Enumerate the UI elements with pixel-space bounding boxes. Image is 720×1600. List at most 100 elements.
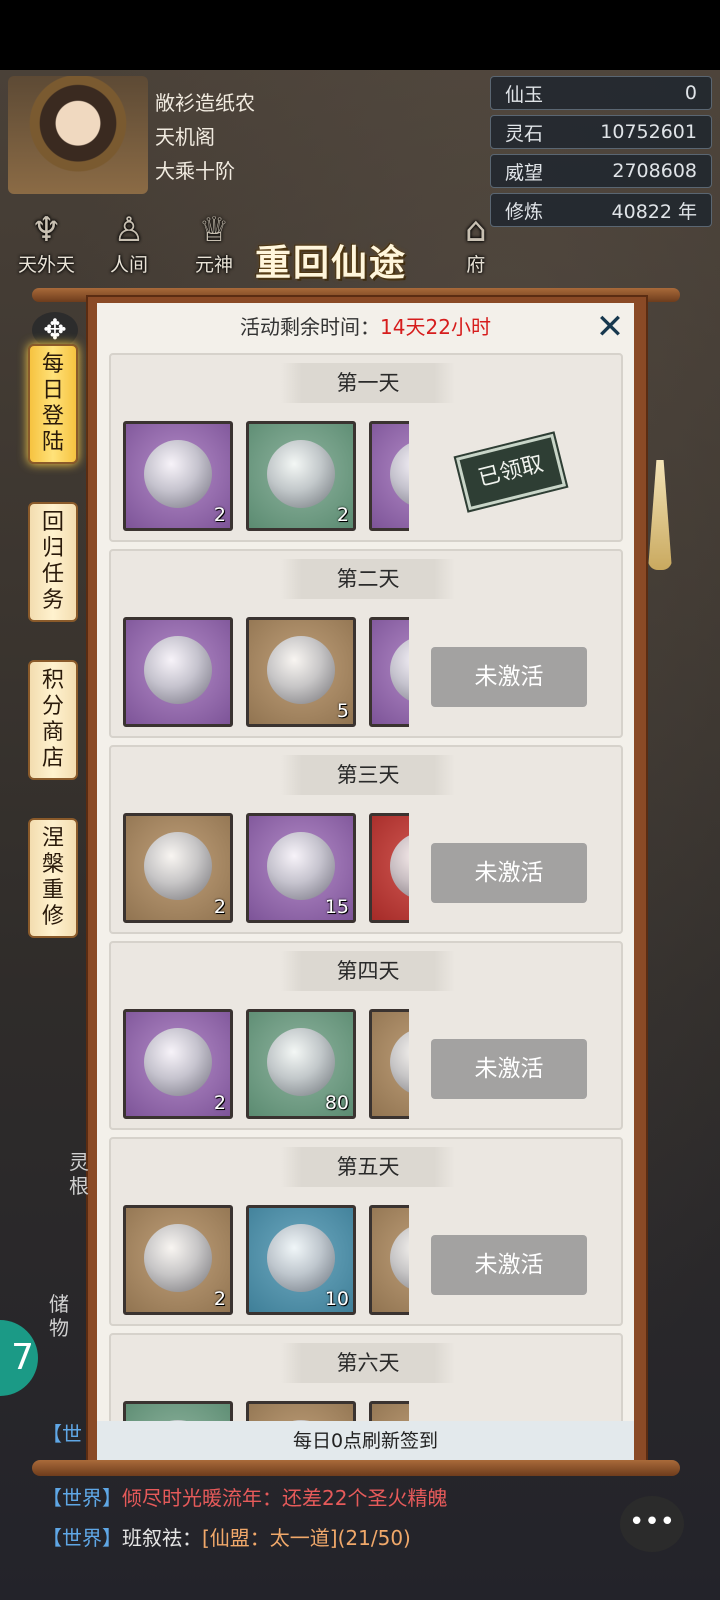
inactive-button[interactable]: 未激活: [431, 843, 587, 903]
inactive-button[interactable]: 未激活: [431, 1039, 587, 1099]
reward-item[interactable]: [369, 421, 409, 531]
chat-bubble-icon[interactable]: •••: [620, 1496, 684, 1552]
claimed-stamp: 已领取: [453, 430, 569, 514]
deity-icon: ♕: [198, 210, 230, 250]
day-title: 第二天: [336, 567, 400, 591]
reward-item[interactable]: 15: [246, 813, 356, 923]
nav-tianwaitian[interactable]: ♆ 天外天: [18, 210, 75, 277]
reward-item[interactable]: [369, 1401, 409, 1421]
nav-yuanshen[interactable]: ♕ 元神: [195, 210, 233, 277]
fire-orb-icon: [267, 1224, 335, 1292]
day-card: 第五天 2 10 未激活: [109, 1137, 623, 1326]
close-icon[interactable]: ✕: [592, 309, 628, 345]
item-count: 2: [213, 504, 226, 526]
day-title-banner: 第一天: [281, 363, 455, 403]
tab-rebirth[interactable]: 涅槃重修: [28, 818, 78, 938]
tab-return-tasks[interactable]: 回归任务: [28, 502, 78, 622]
side-label-spirit[interactable]: 灵根: [64, 1150, 94, 1198]
day-title-banner: 第三天: [281, 755, 455, 795]
player-sect: 天机阁: [155, 125, 215, 149]
nav-label: 府: [466, 254, 486, 276]
tab-label: 积分商店: [41, 668, 64, 771]
reward-items[interactable]: 2 15: [123, 813, 409, 925]
reward-item[interactable]: [123, 1401, 233, 1421]
chat-panel[interactable]: 【世 【世界】倾尽时光暖流年：还差22个圣火精魄 【世界】班叙祛：[仙盟：太一道…: [42, 1422, 448, 1558]
reward-item[interactable]: 80: [246, 1009, 356, 1119]
pills-icon: [267, 1028, 335, 1096]
tab-points-shop[interactable]: 积分商店: [28, 660, 78, 780]
stat-label: 仙玉: [505, 83, 544, 106]
day-title: 第五天: [336, 1155, 400, 1179]
reward-items[interactable]: 22: [123, 421, 409, 533]
hourglass-icon: [144, 440, 212, 508]
day-title: 第三天: [336, 763, 400, 787]
player-info: 敞衫造纸农 天机阁 大乘十阶: [155, 86, 255, 188]
nav-fu[interactable]: ⌂ 府: [465, 210, 487, 277]
reward-item[interactable]: [369, 1009, 409, 1119]
reward-item[interactable]: [369, 1205, 409, 1315]
inactive-button[interactable]: 未激活: [431, 1235, 587, 1295]
reward-item[interactable]: [123, 617, 233, 727]
chest-icon: [390, 1224, 409, 1292]
stat-value: 0: [684, 82, 697, 104]
item-count: 5: [336, 700, 349, 722]
player-avatar[interactable]: [8, 76, 148, 194]
talisman-icon: [390, 832, 409, 900]
person-icon: ♙: [113, 210, 145, 250]
butterfly-icon: [144, 636, 212, 704]
day-title-banner: 第二天: [281, 559, 455, 599]
reward-items[interactable]: 5: [123, 617, 409, 729]
reward-item[interactable]: 2: [123, 1009, 233, 1119]
reward-item[interactable]: 5: [246, 617, 356, 727]
inactive-button[interactable]: 未激活: [431, 647, 587, 707]
reward-items[interactable]: 2 80: [123, 1009, 409, 1121]
day-card: 第四天 2 80 未激活: [109, 941, 623, 1130]
emblem-orb-icon: [144, 1028, 212, 1096]
refresh-note: 每日0点刷新签到: [97, 1421, 634, 1461]
item-count: 10: [324, 1288, 349, 1310]
event-title: 重回仙途: [255, 242, 408, 284]
nav-renjian[interactable]: ♙ 人间: [110, 210, 148, 277]
player-name: 敞衫造纸农: [155, 91, 255, 115]
daily-login-dialog: 活动剩余时间：14天22小时 ✕ 第一天 2 2 已领取 第二天 5 未激活 第三天 2 15 未激…: [97, 303, 634, 1461]
tab-label: 回归任务: [41, 510, 64, 613]
day-list[interactable]: 第一天 2 2 已领取 第二天 5 未激活 第三天 2 15 未激活 第四天 2 80 未激活 第五天 2 10 未…: [109, 353, 623, 1421]
scroll-icon: [267, 832, 335, 900]
timer-value: 14天22小时: [380, 315, 491, 339]
crown-icon: [144, 1224, 212, 1292]
item-count: 2: [213, 1288, 226, 1310]
side-label-storage[interactable]: 储物: [44, 1292, 74, 1340]
stat-lingshi: 灵石 10752601: [490, 115, 712, 149]
reward-item[interactable]: [369, 617, 409, 727]
tab-label: 每日登陆: [41, 352, 64, 455]
chat-line: 【世界】倾尽时光暖流年：还差22个圣火精魄: [42, 1486, 448, 1510]
timer-label: 活动剩余时间：: [240, 315, 381, 339]
reward-items[interactable]: [123, 1401, 409, 1421]
reward-item[interactable]: 10: [246, 1205, 356, 1315]
reward-item[interactable]: [369, 813, 409, 923]
reward-item[interactable]: 2: [123, 813, 233, 923]
chat-line: 【世界】班叙祛：[仙盟：太一道](21/50): [42, 1526, 411, 1550]
reward-item[interactable]: 2: [246, 421, 356, 531]
item-count: 2: [213, 896, 226, 918]
stat-xianyu: 仙玉 0: [490, 76, 712, 110]
reward-item[interactable]: [246, 1401, 356, 1421]
day-title: 第四天: [336, 959, 400, 983]
wings-icon: ♆: [31, 210, 62, 250]
reward-item[interactable]: 2: [123, 1205, 233, 1315]
nav-label: 人间: [110, 254, 149, 276]
item-count: 15: [324, 896, 349, 918]
chest-icon: [390, 1028, 409, 1096]
stat-value: 10752601: [600, 121, 697, 143]
tab-daily-login[interactable]: 每日登陆: [28, 344, 78, 464]
blue-orb-icon: [267, 440, 335, 508]
reward-item[interactable]: 2: [123, 421, 233, 531]
move-arrows-icon[interactable]: ✥: [32, 312, 78, 348]
resource-stats: 仙玉 0 灵石 10752601 威望 2708608 修炼 40822 年: [490, 76, 712, 232]
reward-items[interactable]: 2 10: [123, 1205, 409, 1317]
item-count: 2: [336, 504, 349, 526]
house-icon: ⌂: [465, 210, 487, 250]
day-card: 第二天 5 未激活: [109, 549, 623, 738]
gold-ring-icon: [390, 440, 409, 508]
stat-value: 2708608: [612, 160, 697, 182]
